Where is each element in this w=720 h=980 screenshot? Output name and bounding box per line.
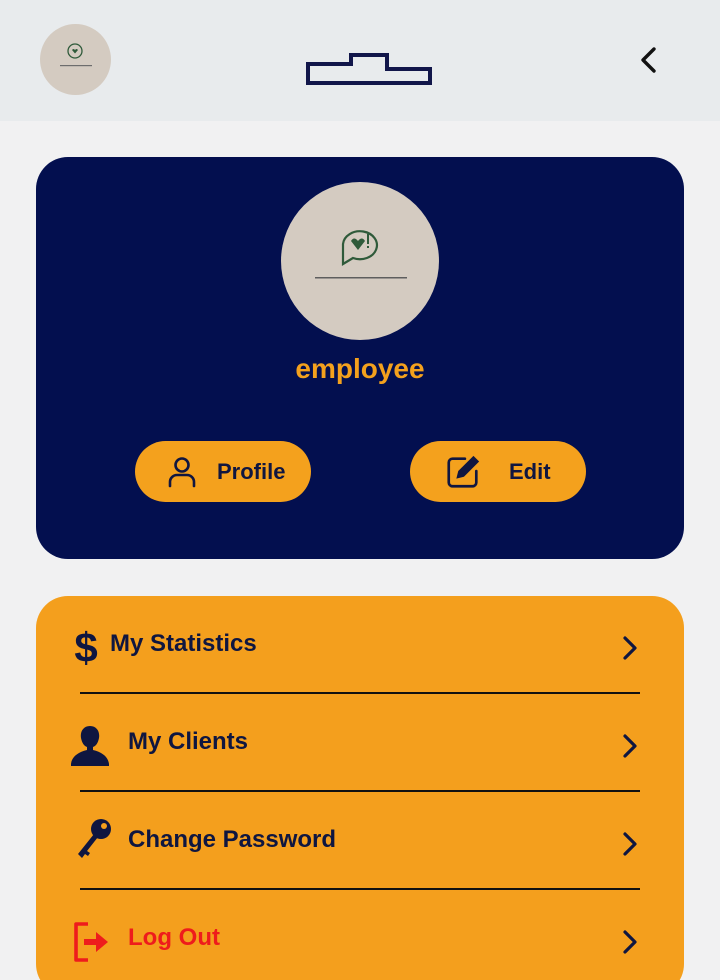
profile-button-label: Profile (217, 459, 286, 484)
profile-avatar[interactable] (281, 182, 439, 340)
user-silhouette-icon (71, 726, 109, 766)
menu-item-log-out[interactable]: Log Out (36, 890, 684, 980)
avatar-image (315, 230, 407, 279)
svg-text:$: $ (74, 624, 97, 668)
menu-card: $ My Statistics My Clients Change Passwo… (36, 596, 684, 980)
menu-item-label: Log Out (128, 924, 220, 951)
avatar-image (60, 43, 92, 67)
header-avatar[interactable] (40, 24, 111, 95)
menu-item-my-statistics[interactable]: $ My Statistics (36, 596, 684, 694)
app-logo-icon (306, 53, 432, 85)
chevron-right-icon (623, 636, 637, 660)
chevron-right-icon (623, 734, 637, 758)
menu-item-label: My Statistics (110, 630, 257, 657)
dollar-icon: $ (74, 624, 97, 668)
top-bar (0, 0, 720, 121)
chevron-right-icon (623, 832, 637, 856)
chevron-right-icon (623, 930, 637, 954)
edit-button[interactable]: Edit (410, 441, 586, 502)
key-icon (78, 819, 111, 858)
menu-item-label: My Clients (128, 728, 249, 755)
menu-item-change-password[interactable]: Change Password (36, 792, 684, 890)
menu-item-label: Change Password (128, 826, 337, 853)
profile-card: employee Profile Edit (36, 157, 684, 559)
edit-button-label: Edit (509, 459, 551, 484)
chevron-left-icon (641, 47, 656, 73)
profile-button[interactable]: Profile (135, 441, 311, 502)
back-button[interactable] (630, 40, 670, 80)
menu-item-my-clients[interactable]: My Clients (36, 694, 684, 792)
logout-icon (74, 922, 108, 962)
username: employee (295, 353, 425, 384)
